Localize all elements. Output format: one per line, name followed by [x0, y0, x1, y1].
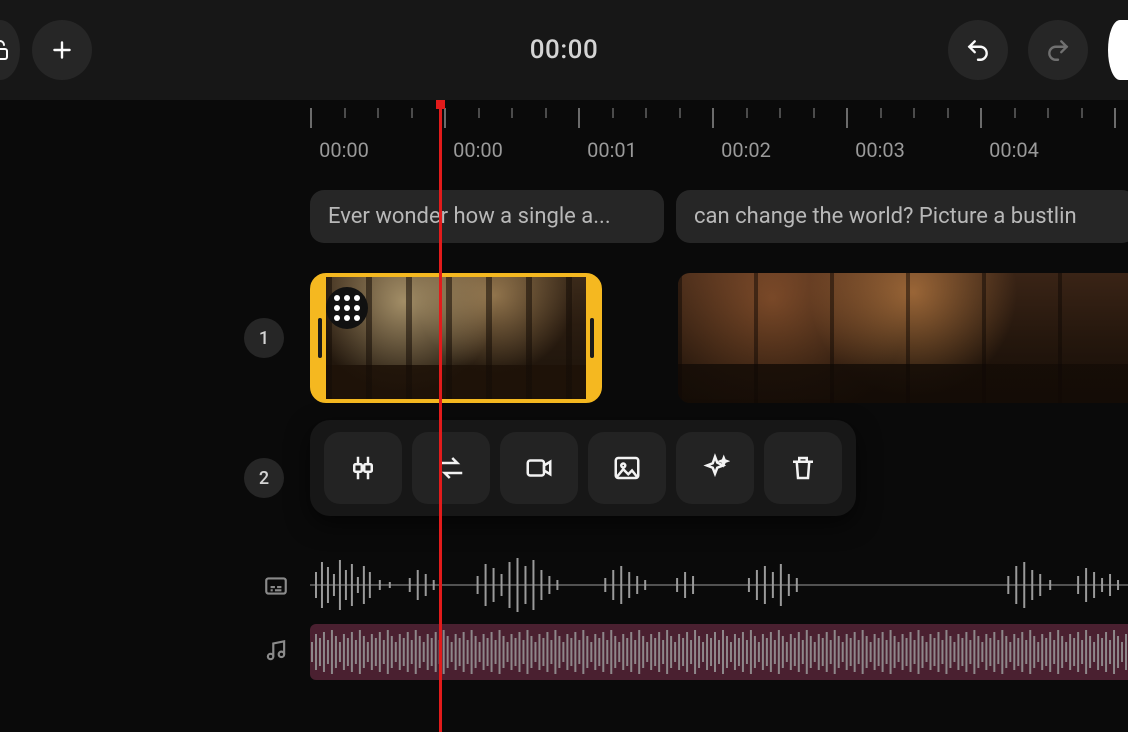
clip-menu-icon[interactable] — [326, 287, 368, 329]
video-track-1 — [310, 273, 1128, 403]
video-clip-selected[interactable] — [310, 273, 602, 403]
split-button[interactable] — [324, 432, 402, 504]
image-icon — [612, 453, 642, 483]
music-track-icon — [260, 634, 292, 666]
ruler-label: 00:00 — [453, 138, 503, 162]
redo-icon — [1045, 37, 1071, 63]
ruler-label: 00:00 — [319, 138, 369, 162]
ruler-label: 00:02 — [721, 138, 771, 162]
delete-button[interactable] — [764, 432, 842, 504]
add-button[interactable] — [32, 20, 92, 80]
sparkle-icon — [700, 453, 730, 483]
track-1-badge: 1 — [244, 318, 284, 358]
text-clip[interactable]: Ever wonder how a single a... — [310, 190, 664, 243]
music-waveform[interactable] — [310, 624, 1128, 680]
video-button[interactable] — [500, 432, 578, 504]
redo-button[interactable] — [1028, 20, 1088, 80]
subtitle-icon — [263, 573, 289, 599]
clip-action-toolbar — [310, 420, 856, 516]
plus-icon — [49, 37, 75, 63]
text-track: Ever wonder how a single a... can change… — [310, 190, 1128, 243]
video-icon — [524, 453, 554, 483]
ruler-label: 00:04 — [989, 138, 1039, 162]
swap-button[interactable] — [412, 432, 490, 504]
text-clip[interactable]: can change the world? Picture a bustlin — [676, 190, 1128, 243]
music-icon — [263, 637, 289, 663]
image-button[interactable] — [588, 432, 666, 504]
lock-button[interactable] — [0, 20, 20, 80]
lock-icon — [0, 38, 12, 62]
undo-button[interactable] — [948, 20, 1008, 80]
track-2-badge: 2 — [244, 458, 284, 498]
ruler-label: 00:03 — [855, 138, 905, 162]
undo-icon — [965, 37, 991, 63]
top-toolbar: 00:00 — [0, 0, 1128, 100]
playhead-timecode: 00:00 — [530, 35, 598, 65]
playhead[interactable] — [439, 100, 442, 732]
trim-handle-right[interactable] — [590, 318, 594, 358]
delete-icon — [788, 453, 818, 483]
split-icon — [348, 453, 378, 483]
timeline[interactable]: 00:00 00:00 00:01 00:02 00:03 00:04 Ever… — [0, 100, 1128, 732]
voice-waveform[interactable] — [310, 552, 1128, 618]
time-ruler[interactable]: 00:00 00:00 00:01 00:02 00:03 00:04 — [300, 100, 1128, 170]
trim-handle-left[interactable] — [318, 318, 322, 358]
sparkle-button[interactable] — [676, 432, 754, 504]
right-edge-button[interactable] — [1108, 20, 1128, 80]
subtitle-track-icon — [260, 570, 292, 602]
ruler-label: 00:01 — [587, 138, 637, 162]
video-clip[interactable] — [678, 273, 1128, 403]
